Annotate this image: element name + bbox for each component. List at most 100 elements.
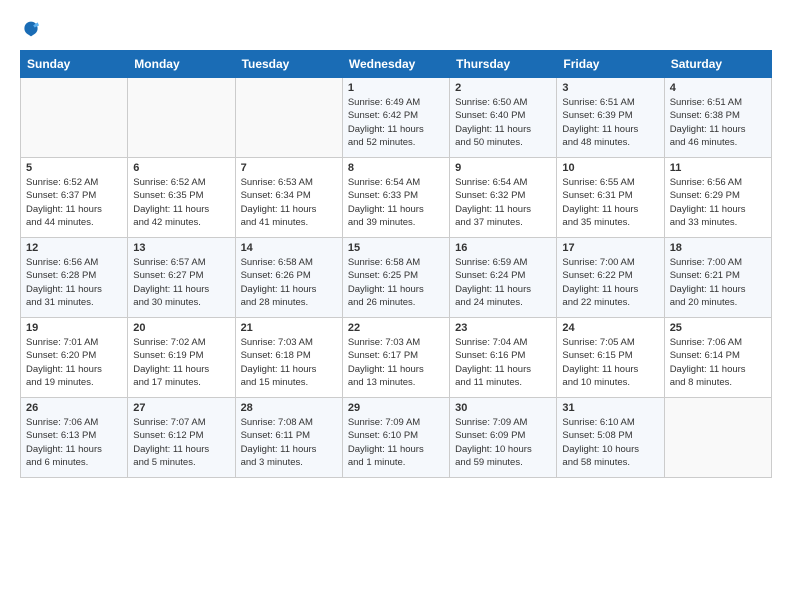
day-info: Sunrise: 6:53 AM Sunset: 6:34 PM Dayligh… xyxy=(241,176,337,229)
page: SundayMondayTuesdayWednesdayThursdayFrid… xyxy=(0,0,792,488)
day-number: 2 xyxy=(455,82,551,94)
calendar-cell: 16 Sunrise: 6:59 AM Sunset: 6:24 PM Dayli… xyxy=(450,238,557,318)
day-info: Sunrise: 6:59 AM Sunset: 6:24 PM Dayligh… xyxy=(455,256,551,309)
day-number: 30 xyxy=(455,402,551,414)
calendar-cell: 1 Sunrise: 6:49 AM Sunset: 6:42 PM Daylig… xyxy=(342,78,449,158)
day-info: Sunrise: 7:09 AM Sunset: 6:10 PM Dayligh… xyxy=(348,416,444,469)
day-number: 21 xyxy=(241,322,337,334)
day-number: 23 xyxy=(455,322,551,334)
day-number: 16 xyxy=(455,242,551,254)
day-info: Sunrise: 6:50 AM Sunset: 6:40 PM Dayligh… xyxy=(455,96,551,149)
day-number: 19 xyxy=(26,322,122,334)
calendar-cell: 11 Sunrise: 6:56 AM Sunset: 6:29 PM Dayli… xyxy=(664,158,771,238)
calendar-cell: 22Sunrise: 7:03 AM Sunset: 6:17 PM Dayli… xyxy=(342,318,449,398)
weekday-header-sunday: Sunday xyxy=(21,51,128,78)
week-row-2: 5 Sunrise: 6:52 AM Sunset: 6:37 PM Daylig… xyxy=(21,158,772,238)
day-info: Sunrise: 7:06 AM Sunset: 6:14 PM Dayligh… xyxy=(670,336,766,389)
day-info: Sunrise: 7:00 AM Sunset: 6:21 PM Dayligh… xyxy=(670,256,766,309)
day-info: Sunrise: 6:58 AM Sunset: 6:25 PM Dayligh… xyxy=(348,256,444,309)
day-info: Sunrise: 7:09 AM Sunset: 6:09 PM Dayligh… xyxy=(455,416,551,469)
day-info: Sunrise: 6:52 AM Sunset: 6:35 PM Dayligh… xyxy=(133,176,229,229)
calendar-cell: 31 Sunrise: 6:10 AM Sunset: 5:08 PM Dayli… xyxy=(557,398,664,478)
calendar-cell xyxy=(128,78,235,158)
calendar-cell: 20 Sunrise: 7:02 AM Sunset: 6:19 PM Dayli… xyxy=(128,318,235,398)
calendar-cell: 13 Sunrise: 6:57 AM Sunset: 6:27 PM Dayli… xyxy=(128,238,235,318)
day-info: Sunrise: 6:49 AM Sunset: 6:42 PM Dayligh… xyxy=(348,96,444,149)
day-number: 27 xyxy=(133,402,229,414)
day-info: Sunrise: 7:04 AM Sunset: 6:16 PM Dayligh… xyxy=(455,336,551,389)
calendar-cell: 27 Sunrise: 7:07 AM Sunset: 6:12 PM Dayli… xyxy=(128,398,235,478)
calendar-cell: 12 Sunrise: 6:56 AM Sunset: 6:28 PM Dayli… xyxy=(21,238,128,318)
calendar-cell: 17 Sunrise: 7:00 AM Sunset: 6:22 PM Dayli… xyxy=(557,238,664,318)
calendar-cell: 15 Sunrise: 6:58 AM Sunset: 6:25 PM Dayli… xyxy=(342,238,449,318)
calendar-cell: 5 Sunrise: 6:52 AM Sunset: 6:37 PM Daylig… xyxy=(21,158,128,238)
calendar-cell: 18 Sunrise: 7:00 AM Sunset: 6:21 PM Dayli… xyxy=(664,238,771,318)
day-info: Sunrise: 6:56 AM Sunset: 6:29 PM Dayligh… xyxy=(670,176,766,229)
week-row-1: 1 Sunrise: 6:49 AM Sunset: 6:42 PM Daylig… xyxy=(21,78,772,158)
weekday-header-tuesday: Tuesday xyxy=(235,51,342,78)
day-info: Sunrise: 7:07 AM Sunset: 6:12 PM Dayligh… xyxy=(133,416,229,469)
calendar-cell: 10Sunrise: 6:55 AM Sunset: 6:31 PM Dayli… xyxy=(557,158,664,238)
calendar-cell: 8 Sunrise: 6:54 AM Sunset: 6:33 PM Daylig… xyxy=(342,158,449,238)
logo xyxy=(20,18,44,40)
week-row-5: 26 Sunrise: 7:06 AM Sunset: 6:13 PM Dayli… xyxy=(21,398,772,478)
calendar-cell: 3 Sunrise: 6:51 AM Sunset: 6:39 PM Daylig… xyxy=(557,78,664,158)
calendar-cell: 28Sunrise: 7:08 AM Sunset: 6:11 PM Dayli… xyxy=(235,398,342,478)
day-number: 24 xyxy=(562,322,658,334)
day-info: Sunrise: 7:06 AM Sunset: 6:13 PM Dayligh… xyxy=(26,416,122,469)
day-info: Sunrise: 6:10 AM Sunset: 5:08 PM Dayligh… xyxy=(562,416,658,469)
day-info: Sunrise: 6:52 AM Sunset: 6:37 PM Dayligh… xyxy=(26,176,122,229)
day-number: 5 xyxy=(26,162,122,174)
day-info: Sunrise: 7:03 AM Sunset: 6:18 PM Dayligh… xyxy=(241,336,337,389)
calendar-cell: 2 Sunrise: 6:50 AM Sunset: 6:40 PM Daylig… xyxy=(450,78,557,158)
day-number: 3 xyxy=(562,82,658,94)
weekday-row: SundayMondayTuesdayWednesdayThursdayFrid… xyxy=(21,51,772,78)
day-info: Sunrise: 6:54 AM Sunset: 6:32 PM Dayligh… xyxy=(455,176,551,229)
calendar-cell: 7Sunrise: 6:53 AM Sunset: 6:34 PM Daylig… xyxy=(235,158,342,238)
day-info: Sunrise: 7:00 AM Sunset: 6:22 PM Dayligh… xyxy=(562,256,658,309)
day-number: 15 xyxy=(348,242,444,254)
weekday-header-monday: Monday xyxy=(128,51,235,78)
week-row-3: 12 Sunrise: 6:56 AM Sunset: 6:28 PM Dayli… xyxy=(21,238,772,318)
calendar-cell: 23 Sunrise: 7:04 AM Sunset: 6:16 PM Dayli… xyxy=(450,318,557,398)
day-info: Sunrise: 6:54 AM Sunset: 6:33 PM Dayligh… xyxy=(348,176,444,229)
day-info: Sunrise: 6:51 AM Sunset: 6:38 PM Dayligh… xyxy=(670,96,766,149)
calendar-cell: 26 Sunrise: 7:06 AM Sunset: 6:13 PM Dayli… xyxy=(21,398,128,478)
calendar-cell: 4Sunrise: 6:51 AM Sunset: 6:38 PM Daylig… xyxy=(664,78,771,158)
day-number: 12 xyxy=(26,242,122,254)
day-info: Sunrise: 6:58 AM Sunset: 6:26 PM Dayligh… xyxy=(241,256,337,309)
calendar-cell: 14 Sunrise: 6:58 AM Sunset: 6:26 PM Dayli… xyxy=(235,238,342,318)
calendar-cell: 6Sunrise: 6:52 AM Sunset: 6:35 PM Daylig… xyxy=(128,158,235,238)
calendar-cell: 25Sunrise: 7:06 AM Sunset: 6:14 PM Dayli… xyxy=(664,318,771,398)
calendar-cell: 30 Sunrise: 7:09 AM Sunset: 6:09 PM Dayli… xyxy=(450,398,557,478)
day-number: 1 xyxy=(348,82,444,94)
day-number: 17 xyxy=(562,242,658,254)
day-number: 18 xyxy=(670,242,766,254)
calendar-cell xyxy=(664,398,771,478)
weekday-header-wednesday: Wednesday xyxy=(342,51,449,78)
day-number: 20 xyxy=(133,322,229,334)
day-number: 8 xyxy=(348,162,444,174)
day-info: Sunrise: 7:08 AM Sunset: 6:11 PM Dayligh… xyxy=(241,416,337,469)
day-info: Sunrise: 6:57 AM Sunset: 6:27 PM Dayligh… xyxy=(133,256,229,309)
weekday-header-friday: Friday xyxy=(557,51,664,78)
day-info: Sunrise: 6:56 AM Sunset: 6:28 PM Dayligh… xyxy=(26,256,122,309)
day-number: 11 xyxy=(670,162,766,174)
day-number: 26 xyxy=(26,402,122,414)
day-number: 10 xyxy=(562,162,658,174)
calendar-cell: 29Sunrise: 7:09 AM Sunset: 6:10 PM Dayli… xyxy=(342,398,449,478)
day-info: Sunrise: 7:05 AM Sunset: 6:15 PM Dayligh… xyxy=(562,336,658,389)
day-number: 31 xyxy=(562,402,658,414)
day-info: Sunrise: 7:03 AM Sunset: 6:17 PM Dayligh… xyxy=(348,336,444,389)
calendar-table: SundayMondayTuesdayWednesdayThursdayFrid… xyxy=(20,50,772,478)
calendar-cell xyxy=(21,78,128,158)
calendar-header: SundayMondayTuesdayWednesdayThursdayFrid… xyxy=(21,51,772,78)
day-number: 14 xyxy=(241,242,337,254)
calendar-cell: 19Sunrise: 7:01 AM Sunset: 6:20 PM Dayli… xyxy=(21,318,128,398)
day-number: 13 xyxy=(133,242,229,254)
weekday-header-thursday: Thursday xyxy=(450,51,557,78)
logo-icon xyxy=(20,18,42,40)
day-info: Sunrise: 6:51 AM Sunset: 6:39 PM Dayligh… xyxy=(562,96,658,149)
calendar-cell: 24 Sunrise: 7:05 AM Sunset: 6:15 PM Dayli… xyxy=(557,318,664,398)
day-info: Sunrise: 7:02 AM Sunset: 6:19 PM Dayligh… xyxy=(133,336,229,389)
